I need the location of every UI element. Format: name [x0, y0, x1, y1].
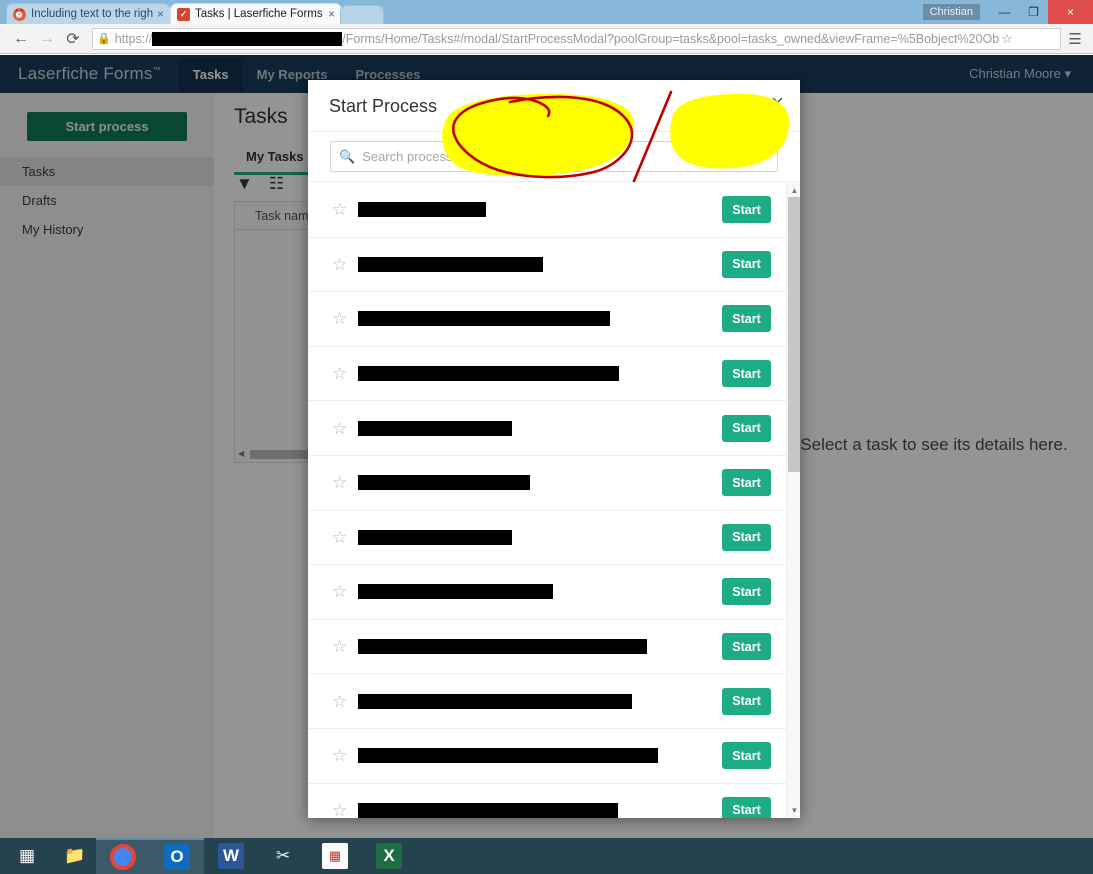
- start-button[interactable]: Start: [722, 578, 771, 606]
- address-bar[interactable]: 🔒 https:// /Forms/Home/Tasks#/modal/Star…: [92, 27, 1061, 50]
- tab-close-icon[interactable]: ×: [328, 7, 335, 21]
- tab-title: Including text to the right: [31, 8, 153, 20]
- favorite-star-icon[interactable]: ☆: [332, 474, 347, 491]
- browser-tabstrip: ⏰ Including text to the right × ✓ Tasks …: [0, 0, 1093, 24]
- process-name-redaction-bar: [358, 529, 512, 545]
- reload-icon[interactable]: ⟳: [60, 26, 86, 52]
- checkbox-icon: ✓: [177, 7, 190, 21]
- favorite-star-icon[interactable]: ☆: [332, 256, 347, 273]
- process-list-item[interactable]: ☆ Start: [308, 183, 800, 238]
- minimize-button[interactable]: —: [990, 0, 1019, 24]
- favorite-star-icon[interactable]: ☆: [332, 802, 347, 818]
- process-name-redaction-bar: [358, 584, 553, 600]
- file-explorer-icon[interactable]: 📁: [48, 838, 102, 874]
- process-list-item[interactable]: ☆ Start: [308, 784, 800, 818]
- url-scheme: https://: [114, 31, 153, 46]
- calculator-icon[interactable]: ▦: [308, 838, 362, 874]
- process-name-redaction-bar: [358, 256, 543, 272]
- favorite-star-icon[interactable]: ☆: [332, 365, 347, 382]
- maximize-button[interactable]: ❐: [1019, 0, 1048, 24]
- search-processes-field[interactable]: 🔍: [330, 141, 778, 172]
- browser-tab-2[interactable]: ✓ Tasks | Laserfiche Forms ×: [170, 3, 342, 24]
- start-button[interactable]: Start: [722, 633, 771, 661]
- process-name-redaction-bar: [358, 311, 610, 327]
- lock-icon: 🔒: [97, 33, 111, 45]
- modal-title: Start Process: [329, 96, 438, 116]
- start-button[interactable]: Start: [722, 360, 771, 388]
- scroll-down-icon[interactable]: ▼: [789, 805, 800, 816]
- process-list-item[interactable]: ☆ Start: [308, 729, 800, 784]
- process-list-item[interactable]: ☆ Start: [308, 674, 800, 729]
- modal-scrollbar[interactable]: ▲ ▼: [786, 183, 800, 818]
- process-name-redaction-bar: [358, 475, 530, 491]
- process-list-item[interactable]: ☆ Start: [308, 238, 800, 293]
- favorite-star-icon[interactable]: ☆: [332, 693, 347, 710]
- process-name-redaction-bar: [358, 366, 619, 382]
- tab-close-icon[interactable]: ×: [157, 7, 164, 21]
- favorite-star-icon[interactable]: ☆: [332, 310, 347, 327]
- excel-icon[interactable]: X: [362, 838, 416, 874]
- process-list-item[interactable]: ☆ Start: [308, 456, 800, 511]
- url-path: /Forms/Home/Tasks#/modal/StartProcessMod…: [342, 31, 1000, 46]
- clock-icon: ⏰: [13, 7, 26, 21]
- bookmark-star-icon[interactable]: ☆: [1001, 31, 1013, 47]
- process-list[interactable]: ☆ Start ☆ Start ☆ Start ☆ Start ☆ Start ☆ Start ☆ Sta…: [308, 183, 800, 818]
- favorite-star-icon[interactable]: ☆: [332, 638, 347, 655]
- favorite-star-icon[interactable]: ☆: [332, 420, 347, 437]
- favorite-star-icon[interactable]: ☆: [332, 583, 347, 600]
- start-button[interactable]: Start: [722, 523, 771, 551]
- process-list-item[interactable]: ☆ Start: [308, 511, 800, 566]
- scroll-up-icon[interactable]: ▲: [789, 185, 800, 196]
- start-button[interactable]: Start: [722, 687, 771, 715]
- hamburger-menu-icon[interactable]: ☰: [1065, 30, 1085, 48]
- process-list-item[interactable]: ☆ Start: [308, 292, 800, 347]
- screen: ⏰ Including text to the right × ✓ Tasks …: [0, 0, 1093, 874]
- back-icon[interactable]: ←: [8, 26, 34, 52]
- outlook-icon[interactable]: O: [150, 838, 204, 874]
- window-user-label[interactable]: Christian: [922, 4, 980, 20]
- url-redaction-bar: [152, 31, 343, 46]
- chrome-icon[interactable]: [96, 838, 150, 874]
- new-tab-button[interactable]: [340, 5, 384, 24]
- word-icon[interactable]: W: [204, 838, 258, 874]
- process-list-item[interactable]: ☆ Start: [308, 565, 800, 620]
- start-button[interactable]: Start: [722, 742, 771, 770]
- start-button[interactable]: Start: [722, 414, 771, 442]
- close-icon[interactable]: ×: [771, 92, 784, 114]
- start-button[interactable]: Start: [722, 469, 771, 497]
- browser-toolbar: ← → ⟳ 🔒 https:// /Forms/Home/Tasks#/moda…: [0, 24, 1093, 54]
- modal-search-section: 🔍: [308, 132, 800, 182]
- process-name-redaction-bar: [358, 693, 632, 709]
- start-button[interactable]: Start: [722, 196, 771, 224]
- start-process-modal: Start Process × 🔍 ☆ Start ☆ Start ☆ Start ☆ Sta…: [308, 80, 800, 818]
- browser-tab-1[interactable]: ⏰ Including text to the right ×: [6, 3, 171, 24]
- search-input[interactable]: [362, 149, 743, 164]
- favorite-star-icon[interactable]: ☆: [332, 529, 347, 546]
- process-name-redaction-bar: [358, 639, 647, 655]
- forward-icon[interactable]: →: [34, 26, 60, 52]
- process-name-redaction-bar: [358, 202, 486, 218]
- scrollbar-thumb[interactable]: [788, 197, 800, 472]
- snipping-tool-icon[interactable]: ✂: [256, 838, 310, 874]
- start-button[interactable]: Start: [722, 796, 771, 818]
- process-list-item[interactable]: ☆ Start: [308, 401, 800, 456]
- process-list-item[interactable]: ☆ Start: [308, 620, 800, 675]
- windows-taskbar: ▦ 📁 O W ✂ ▦ X: [0, 838, 1093, 874]
- start-button[interactable]: Start: [722, 250, 771, 278]
- tab-title: Tasks | Laserfiche Forms: [195, 8, 323, 20]
- process-list-item[interactable]: ☆ Start: [308, 347, 800, 402]
- start-button[interactable]: Start: [722, 305, 771, 333]
- close-window-button[interactable]: ×: [1048, 0, 1093, 24]
- favorite-star-icon[interactable]: ☆: [332, 201, 347, 218]
- windows-start-icon[interactable]: ▦: [0, 838, 54, 874]
- window-controls: Christian — ❐ ×: [922, 0, 1093, 24]
- process-name-redaction-bar: [358, 748, 658, 764]
- favorite-star-icon[interactable]: ☆: [332, 747, 347, 764]
- search-icon: 🔍: [339, 148, 356, 164]
- modal-header: Start Process ×: [308, 80, 800, 132]
- process-name-redaction-bar: [358, 802, 618, 818]
- process-name-redaction-bar: [358, 420, 512, 436]
